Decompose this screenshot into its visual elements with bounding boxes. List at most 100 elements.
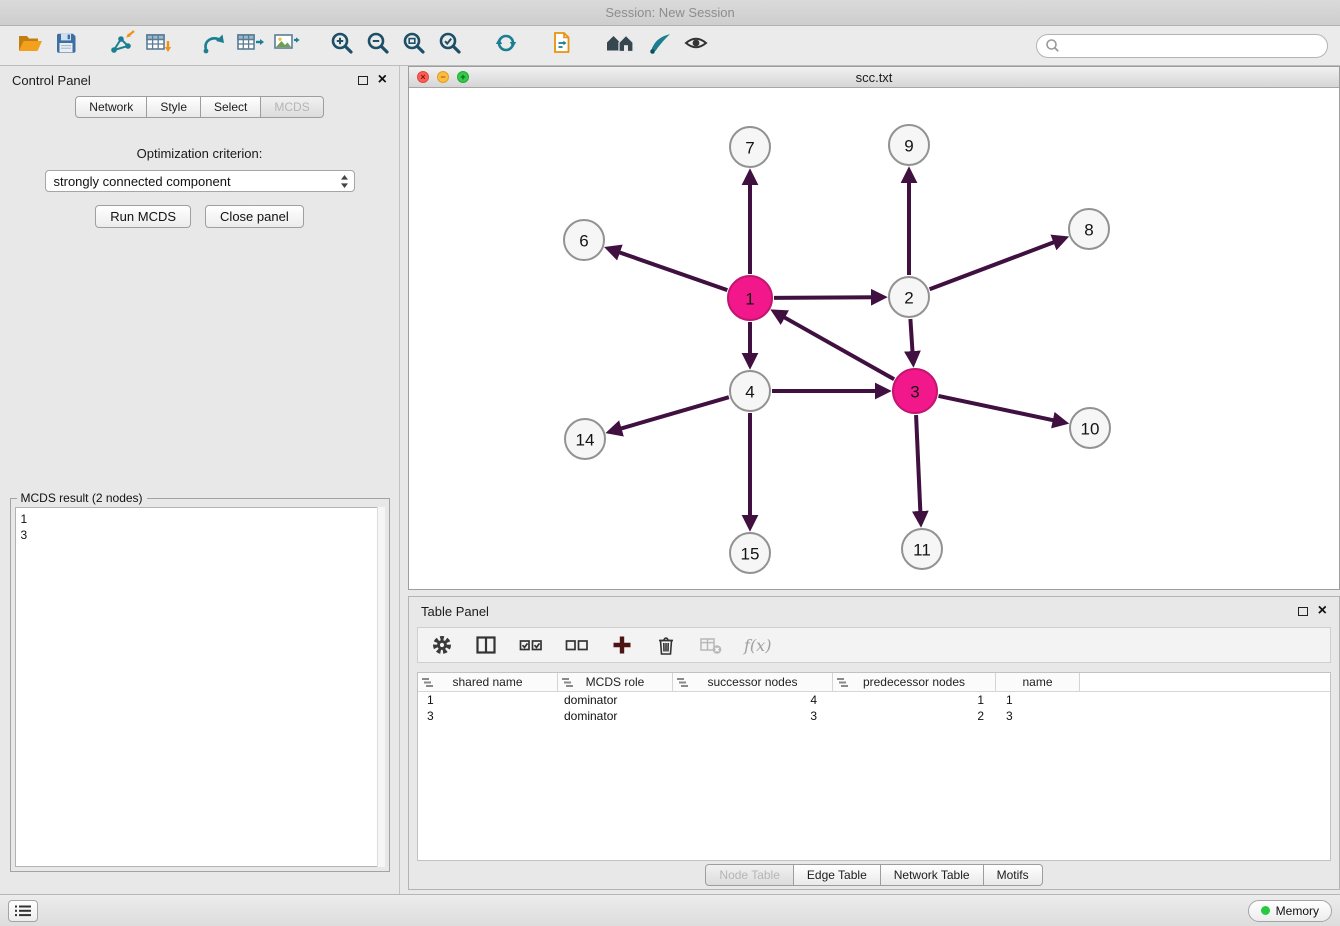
mcds-result-title: MCDS result (2 nodes) bbox=[17, 491, 147, 505]
float-panel-icon[interactable] bbox=[358, 76, 368, 85]
svg-text:7: 7 bbox=[745, 139, 754, 158]
column-header-shared-name[interactable]: shared name bbox=[418, 673, 558, 691]
close-window-button[interactable]: × bbox=[417, 71, 429, 83]
tab-motifs[interactable]: Motifs bbox=[984, 864, 1043, 886]
float-table-panel-icon[interactable] bbox=[1298, 607, 1308, 616]
close-panel-button[interactable]: Close panel bbox=[205, 205, 304, 228]
home-button[interactable] bbox=[600, 29, 642, 63]
zoom-fit-button[interactable] bbox=[396, 29, 432, 63]
refresh-icon bbox=[493, 30, 519, 61]
zoom-out-button[interactable] bbox=[360, 29, 396, 63]
tab-select[interactable]: Select bbox=[201, 96, 261, 118]
select-all-icon[interactable] bbox=[518, 633, 544, 657]
table-header-row: shared name MCDS role successor nodes bbox=[418, 673, 1330, 692]
graph-edge-1-6[interactable] bbox=[615, 251, 727, 290]
column-layout-icon[interactable] bbox=[474, 633, 498, 657]
graph-node-10[interactable]: 10 bbox=[1070, 408, 1110, 448]
graph-node-4[interactable]: 4 bbox=[730, 371, 770, 411]
node-table: shared name MCDS role successor nodes bbox=[417, 672, 1331, 861]
table-row[interactable]: 3 dominator 3 2 3 bbox=[418, 708, 1330, 724]
result-line: 1 bbox=[21, 511, 379, 527]
control-panel-title: Control Panel bbox=[12, 73, 91, 88]
table-panel-header: Table Panel × bbox=[409, 597, 1339, 625]
graph-node-6[interactable]: 6 bbox=[564, 220, 604, 260]
network-canvas[interactable]: 7 9 6 8 1 2 4 3 14 10 15 11 bbox=[409, 88, 1339, 589]
show-hide-button[interactable] bbox=[678, 29, 714, 63]
trash-icon[interactable] bbox=[654, 633, 678, 657]
graph-node-2[interactable]: 2 bbox=[889, 277, 929, 317]
tab-edge-table[interactable]: Edge Table bbox=[794, 864, 881, 886]
network-window-titlebar[interactable]: scc.txt × − + bbox=[409, 67, 1339, 88]
network-window-title: scc.txt bbox=[409, 70, 1339, 85]
export-network-button[interactable] bbox=[196, 29, 232, 63]
column-header-successor-nodes[interactable]: successor nodes bbox=[673, 673, 833, 691]
export-table-button[interactable] bbox=[232, 29, 268, 63]
clone-network-button[interactable] bbox=[544, 29, 580, 63]
tab-style[interactable]: Style bbox=[147, 96, 201, 118]
column-header-name[interactable]: name bbox=[996, 673, 1080, 691]
export-image-button[interactable] bbox=[268, 29, 304, 63]
import-network-button[interactable] bbox=[104, 29, 140, 63]
zoom-in-button[interactable] bbox=[324, 29, 360, 63]
graph-edge-2-3[interactable] bbox=[910, 319, 912, 356]
save-session-button[interactable] bbox=[48, 29, 84, 63]
criterion-dropdown-value: strongly connected component bbox=[54, 174, 231, 189]
minimize-window-button[interactable]: − bbox=[437, 71, 449, 83]
graph-node-15[interactable]: 15 bbox=[730, 533, 770, 573]
toolbar-search-box[interactable] bbox=[1036, 34, 1328, 58]
export-network-icon bbox=[201, 30, 227, 61]
graph-edge-4-14[interactable] bbox=[617, 397, 729, 430]
export-image-icon bbox=[272, 30, 300, 61]
window-titlebar[interactable]: Session: New Session bbox=[0, 0, 1340, 26]
svg-text:15: 15 bbox=[741, 545, 760, 564]
refresh-button[interactable] bbox=[488, 29, 524, 63]
column-header-mcds-role[interactable]: MCDS role bbox=[558, 673, 673, 691]
gear-icon[interactable] bbox=[430, 633, 454, 657]
graph-edge-3-11[interactable] bbox=[916, 415, 920, 516]
graph-node-14[interactable]: 14 bbox=[565, 419, 605, 459]
sort-icon bbox=[837, 677, 848, 691]
zoom-selected-button[interactable] bbox=[432, 29, 468, 63]
tab-mcds[interactable]: MCDS bbox=[261, 96, 323, 118]
sort-icon bbox=[677, 677, 688, 691]
run-mcds-button[interactable]: Run MCDS bbox=[95, 205, 191, 228]
memory-button[interactable]: Memory bbox=[1248, 900, 1332, 922]
graph-node-8[interactable]: 8 bbox=[1069, 209, 1109, 249]
mcds-result-text[interactable]: 1 3 bbox=[15, 507, 385, 867]
tab-node-table[interactable]: Node Table bbox=[705, 864, 794, 886]
search-input[interactable] bbox=[1065, 39, 1319, 53]
home-icon bbox=[605, 30, 637, 61]
tab-network[interactable]: Network bbox=[75, 96, 147, 118]
result-scrollbar[interactable] bbox=[377, 507, 385, 867]
control-panel: Control Panel × Network Style Select MCD… bbox=[0, 66, 400, 894]
criterion-dropdown[interactable]: strongly connected component bbox=[45, 170, 355, 192]
main-toolbar bbox=[0, 26, 1340, 66]
graph-edge-1-2[interactable] bbox=[774, 297, 876, 298]
graph-edge-2-8[interactable] bbox=[930, 241, 1059, 290]
graph-node-9[interactable]: 9 bbox=[889, 125, 929, 165]
import-table-button[interactable] bbox=[140, 29, 176, 63]
deselect-all-icon[interactable] bbox=[564, 633, 590, 657]
maximize-window-button[interactable]: + bbox=[457, 71, 469, 83]
add-row-icon[interactable] bbox=[610, 633, 634, 657]
table-toolbar: f(x) bbox=[417, 627, 1331, 663]
tab-network-table[interactable]: Network Table bbox=[881, 864, 984, 886]
graph-edge-3-10[interactable] bbox=[938, 396, 1057, 421]
style-button[interactable] bbox=[642, 29, 678, 63]
graph-node-1[interactable]: 1 bbox=[728, 276, 772, 320]
graph-node-3[interactable]: 3 bbox=[893, 369, 937, 413]
table-row[interactable]: 1 dominator 4 1 1 bbox=[418, 692, 1330, 708]
task-history-button[interactable] bbox=[8, 900, 38, 922]
svg-text:4: 4 bbox=[745, 383, 754, 402]
dropdown-arrows-icon bbox=[340, 174, 349, 192]
graph-node-7[interactable]: 7 bbox=[730, 127, 770, 167]
graph-edge-3-1[interactable] bbox=[780, 315, 894, 379]
close-panel-icon[interactable]: × bbox=[378, 74, 387, 86]
search-icon bbox=[1045, 38, 1060, 53]
function-icon: f(x) bbox=[744, 636, 771, 655]
right-column: scc.txt × − + 7 9 6 8 1 2 4 3 14 10 15 11 Table Pan… bbox=[400, 66, 1340, 894]
open-session-button[interactable] bbox=[12, 29, 48, 63]
graph-node-11[interactable]: 11 bbox=[902, 529, 942, 569]
close-table-panel-icon[interactable]: × bbox=[1318, 605, 1327, 617]
column-header-predecessor-nodes[interactable]: predecessor nodes bbox=[833, 673, 996, 691]
